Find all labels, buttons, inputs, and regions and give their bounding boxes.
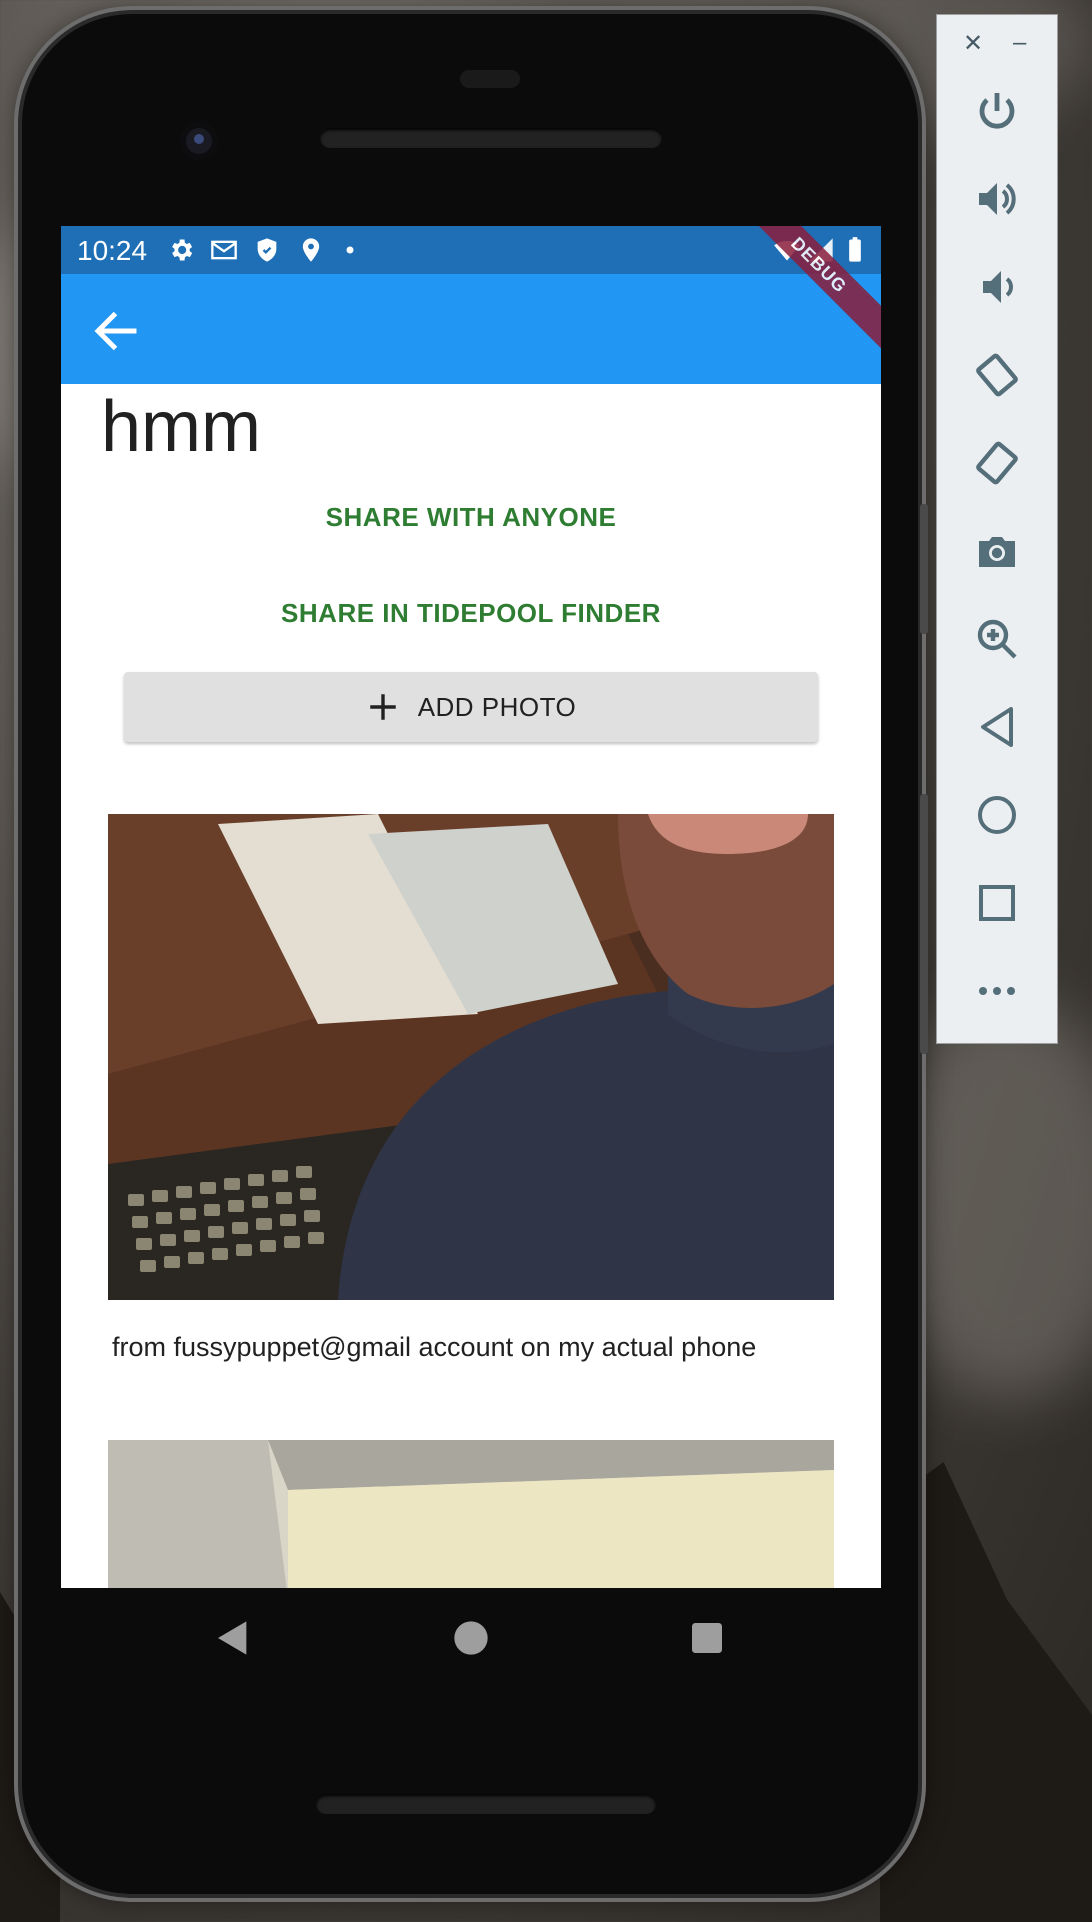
android-nav-bar	[61, 1588, 881, 1688]
volume-up-icon[interactable]	[973, 175, 1021, 223]
rotate-right-icon[interactable]	[973, 439, 1021, 487]
more-icon[interactable]	[973, 967, 1021, 1015]
status-bar: 10:24	[61, 226, 881, 274]
rotate-left-icon[interactable]	[973, 351, 1021, 399]
zoom-icon[interactable]	[973, 615, 1021, 663]
plus-icon	[369, 694, 396, 720]
phone-side-button	[920, 794, 928, 1054]
bottom-speaker	[316, 1794, 656, 1814]
add-photo-button[interactable]: ADD PHOTO	[124, 672, 818, 742]
home-icon[interactable]	[973, 791, 1021, 839]
phone-screen: 10:24 DEBUG hmm SHARE WITH ANYONE SHARE …	[61, 226, 881, 1588]
photo-caption: from fussypuppet@gmail account on my act…	[112, 1332, 757, 1362]
content-area[interactable]: hmm SHARE WITH ANYONE SHARE IN TIDEPOOL …	[61, 384, 881, 1588]
phone-top-slot	[460, 70, 520, 88]
settings-icon	[172, 239, 193, 261]
photo-selfie-image	[108, 814, 834, 1300]
dot-icon	[346, 246, 354, 254]
minimize-icon[interactable]: –	[1013, 29, 1026, 57]
emulator-toolbar: ✕ –	[936, 14, 1058, 1044]
phone-side-button	[920, 504, 928, 634]
camera-icon[interactable]	[973, 527, 1021, 575]
recents-square-icon[interactable]	[687, 1618, 727, 1658]
power-icon[interactable]	[973, 87, 1021, 135]
battery-icon	[849, 237, 861, 262]
earpiece-speaker	[320, 128, 662, 148]
front-camera	[180, 122, 218, 160]
status-time: 10:24	[77, 235, 148, 266]
add-photo-label: ADD PHOTO	[417, 691, 577, 722]
page-title: hmm	[101, 387, 261, 467]
photo-image[interactable]	[108, 814, 834, 1300]
photo-room-image	[108, 1440, 834, 1588]
share-with-anyone-button[interactable]: SHARE WITH ANYONE	[61, 502, 881, 533]
share-in-tidepool-finder-button[interactable]: SHARE IN TIDEPOOL FINDER	[61, 598, 881, 629]
back-icon[interactable]	[973, 703, 1021, 751]
volume-down-icon[interactable]	[973, 263, 1021, 311]
back-triangle-icon[interactable]	[213, 1618, 253, 1658]
home-circle-icon[interactable]	[451, 1618, 491, 1658]
photo-image[interactable]	[108, 1440, 834, 1588]
location-icon	[302, 238, 320, 262]
app-bar	[61, 274, 881, 384]
arrow-back-icon[interactable]	[89, 304, 143, 358]
close-icon[interactable]: ✕	[963, 29, 983, 58]
shield-icon	[257, 238, 277, 262]
gmail-icon	[211, 240, 237, 260]
overview-icon[interactable]	[973, 879, 1021, 927]
